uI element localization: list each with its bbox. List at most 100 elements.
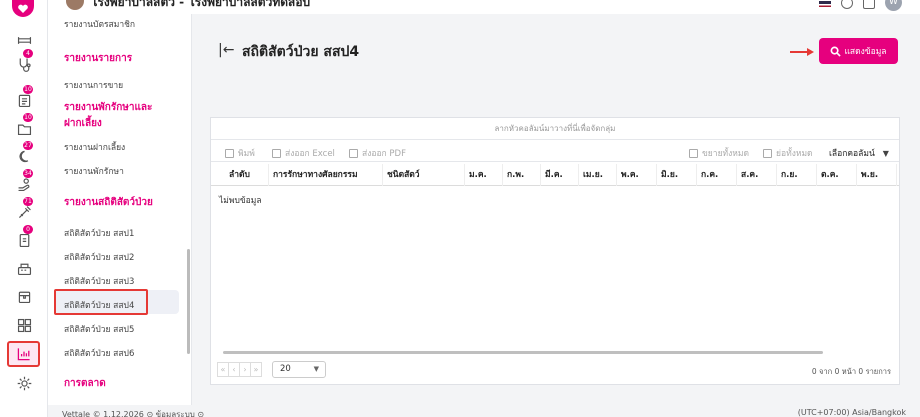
page-title: สถิติสัตว์ป่วย สสป4 xyxy=(242,44,360,60)
excel-icon xyxy=(272,148,281,158)
column-header[interactable]: ก.ค. xyxy=(697,164,737,186)
sidebar-heading-marketing: การตลาด xyxy=(64,378,106,389)
help-icon[interactable] xyxy=(841,0,853,9)
folder-icon[interactable]: 10 xyxy=(12,113,36,140)
column-header[interactable]: ลำดับ xyxy=(225,164,269,186)
cash-register-icon[interactable] xyxy=(12,256,36,280)
column-header[interactable]: พ.ค. xyxy=(617,164,657,186)
rail-badge: 27 xyxy=(23,141,33,150)
rail-badge[interactable]: 71 xyxy=(23,197,33,206)
grid-icon[interactable] xyxy=(12,313,36,337)
pager-info: 0 จาก 0 หน้า 0 รายการ xyxy=(811,367,891,376)
page-footer: Vettale © 1.12.2026 ⊙ ข้อมูลระบบ ⊙ (UTC+… xyxy=(48,405,920,417)
collapse-icon xyxy=(763,148,772,158)
sidebar-item-member-card[interactable]: รายงานบัตรสมาชิก xyxy=(64,17,135,31)
syringe-icon[interactable]: 71 xyxy=(12,197,36,224)
rail-badge: 10 xyxy=(23,85,33,94)
table-horizontal-scrollbar[interactable] xyxy=(223,351,823,354)
user-avatar[interactable]: W xyxy=(885,0,902,11)
settings-gear-icon[interactable] xyxy=(12,371,36,395)
export-pdf-label: ส่งออก PDF xyxy=(362,149,406,159)
header-actions: W xyxy=(819,0,902,11)
pager-controls: « ‹ › » 20 ▼ xyxy=(217,361,326,378)
column-header[interactable]: ชนิดสัตว์ xyxy=(383,164,465,186)
report-sidebar: รายงานบัตรสมาชิก รายงานรายการ รายงานการข… xyxy=(48,14,192,405)
column-header[interactable]: เม.ย. xyxy=(579,164,617,186)
rail-badge: 4 xyxy=(23,49,33,58)
search-icon xyxy=(831,46,842,57)
sidebar-item-ssp1[interactable]: สถิติสัตว์ป่วย สสป1 xyxy=(64,226,134,240)
sidebar-item-sales-report[interactable]: รายงานการขาย xyxy=(64,78,123,92)
rail-badge: 0 xyxy=(23,225,33,234)
rail-badge: 34 xyxy=(23,169,33,178)
column-header[interactable]: ต.ค. xyxy=(817,164,857,186)
sidebar-item-ssp2[interactable]: สถิติสัตว์ป่วย สสป2 xyxy=(64,250,134,264)
export-pdf-button[interactable]: ส่งออก PDF xyxy=(349,146,406,160)
sidebar-heading-boarding: รายงานพักรักษาและฝากเลี้ยง xyxy=(64,102,153,129)
report-chart-icon[interactable] xyxy=(7,341,40,367)
sidebar-item-ssp3[interactable]: สถิติสัตว์ป่วย สสป3 xyxy=(64,274,134,288)
hand-care-icon[interactable]: 34 xyxy=(12,169,36,196)
last-page-icon[interactable]: » xyxy=(250,362,262,377)
hospital-avatar xyxy=(66,0,84,10)
column-header[interactable]: การรักษาทางศัลยกรรม xyxy=(269,164,383,186)
sidebar-item-ssp6[interactable]: สถิติสัตว์ป่วย สสป6 xyxy=(64,346,134,360)
table-header-row: ลำดับ การรักษาทางศัลยกรรม ชนิดสัตว์ ม.ค.… xyxy=(211,164,899,186)
icon-rail: 4 10 10 27 34 71 0 xyxy=(0,0,48,417)
annotation-arrow-icon xyxy=(790,48,814,56)
group-drop-zone[interactable]: ลากหัวคอลัมน์มาวางที่นี่เพื่อจัดกลุ่ม xyxy=(211,118,899,140)
chevron-down-icon: ▼ xyxy=(313,365,319,373)
chevron-down-icon: ▼ xyxy=(882,148,889,158)
column-header[interactable]: พ.ย. xyxy=(857,164,897,186)
expand-all-label: ขยายทั้งหมด xyxy=(702,149,750,159)
sidebar-heading-sales: รายงานรายการ xyxy=(64,53,133,64)
sidebar-item-ssp5[interactable]: สถิติสัตว์ป่วย สสป5 xyxy=(64,322,134,336)
page-header: |← สถิติสัตว์ป่วย สสป4 แสดงข้อมูล xyxy=(200,28,916,74)
choose-columns-button[interactable]: เลือกคอลัมน์ ▼ xyxy=(829,146,889,160)
export-excel-button[interactable]: ส่งออก Excel xyxy=(272,146,335,160)
sidebar-scrollbar[interactable] xyxy=(187,249,190,354)
cart-icon[interactable] xyxy=(863,0,875,9)
rail-badge: 10 xyxy=(23,113,33,122)
column-header[interactable]: ก.พ. xyxy=(503,164,541,186)
column-header[interactable]: มี.ค. xyxy=(541,164,579,186)
column-header[interactable]: มิ.ย. xyxy=(657,164,697,186)
empty-table-message: ไม่พบข้อมูล xyxy=(219,196,262,206)
box-icon[interactable] xyxy=(12,284,36,308)
printer-icon xyxy=(225,148,234,158)
report-table-card: ลากหัวคอลัมน์มาวางที่นี่เพื่อจัดกลุ่ม พิ… xyxy=(210,117,900,385)
page-size-value: 20 xyxy=(280,364,291,374)
pdf-icon xyxy=(349,148,358,158)
hospital-title: โรงพยาบาลสัตว์ - โรงพยาบาลสัตว์ทดสอบ xyxy=(91,0,311,9)
show-data-button[interactable]: แสดงข้อมูล xyxy=(819,38,898,64)
expand-icon xyxy=(689,148,698,158)
table-toolbar: พิมพ์ ส่งออก Excel ส่งออก PDF ขยายทั้งหม… xyxy=(211,140,899,162)
footer-timezone: (UTC+07:00) Asia/Bangkok xyxy=(797,408,906,417)
footer-version: Vettale © 1.12.2026 ⊙ ข้อมูลระบบ ⊙ xyxy=(62,410,205,417)
collapse-all-button[interactable]: ย่อทั้งหมด xyxy=(763,146,813,160)
choose-columns-label: เลือกคอลัมน์ xyxy=(829,149,875,159)
expand-all-button[interactable]: ขยายทั้งหมด xyxy=(689,146,749,160)
collapse-all-label: ย่อทั้งหมด xyxy=(776,149,813,159)
export-excel-label: ส่งออก Excel xyxy=(285,149,335,159)
back-arrow-icon[interactable]: |← xyxy=(218,42,234,58)
print-button[interactable]: พิมพ์ xyxy=(225,146,255,160)
column-header[interactable]: ม.ค. xyxy=(465,164,503,186)
thai-flag-icon[interactable] xyxy=(819,0,831,7)
column-header[interactable]: ก.ย. xyxy=(777,164,817,186)
document-icon[interactable]: 0 xyxy=(12,225,36,252)
bone-icon[interactable] xyxy=(12,28,36,52)
column-header[interactable]: ส.ค. xyxy=(737,164,777,186)
page-size-select[interactable]: 20 ▼ xyxy=(272,361,326,378)
top-header: โรงพยาบาลสัตว์ - โรงพยาบาลสัตว์ทดสอบ W xyxy=(48,0,920,14)
sidebar-heading-sick-stats: รายงานสถิติสัตว์ป่วย xyxy=(64,197,153,208)
stethoscope-icon[interactable]: 4 xyxy=(12,49,36,76)
heart-logo-icon[interactable] xyxy=(12,0,34,17)
clipboard-list-icon[interactable]: 10 xyxy=(12,85,36,112)
sidebar-item-ssp4[interactable]: สถิติสัตว์ป่วย สสป4 xyxy=(64,298,134,312)
sidebar-item-hospitalization-report[interactable]: รายงานพักรักษา xyxy=(64,164,124,178)
sidebar-item-boarding-report[interactable]: รายงานฝากเลี้ยง xyxy=(64,140,125,154)
moon-icon[interactable]: 27 xyxy=(12,141,36,168)
show-data-label: แสดงข้อมูล xyxy=(844,47,887,57)
print-label: พิมพ์ xyxy=(238,149,255,159)
